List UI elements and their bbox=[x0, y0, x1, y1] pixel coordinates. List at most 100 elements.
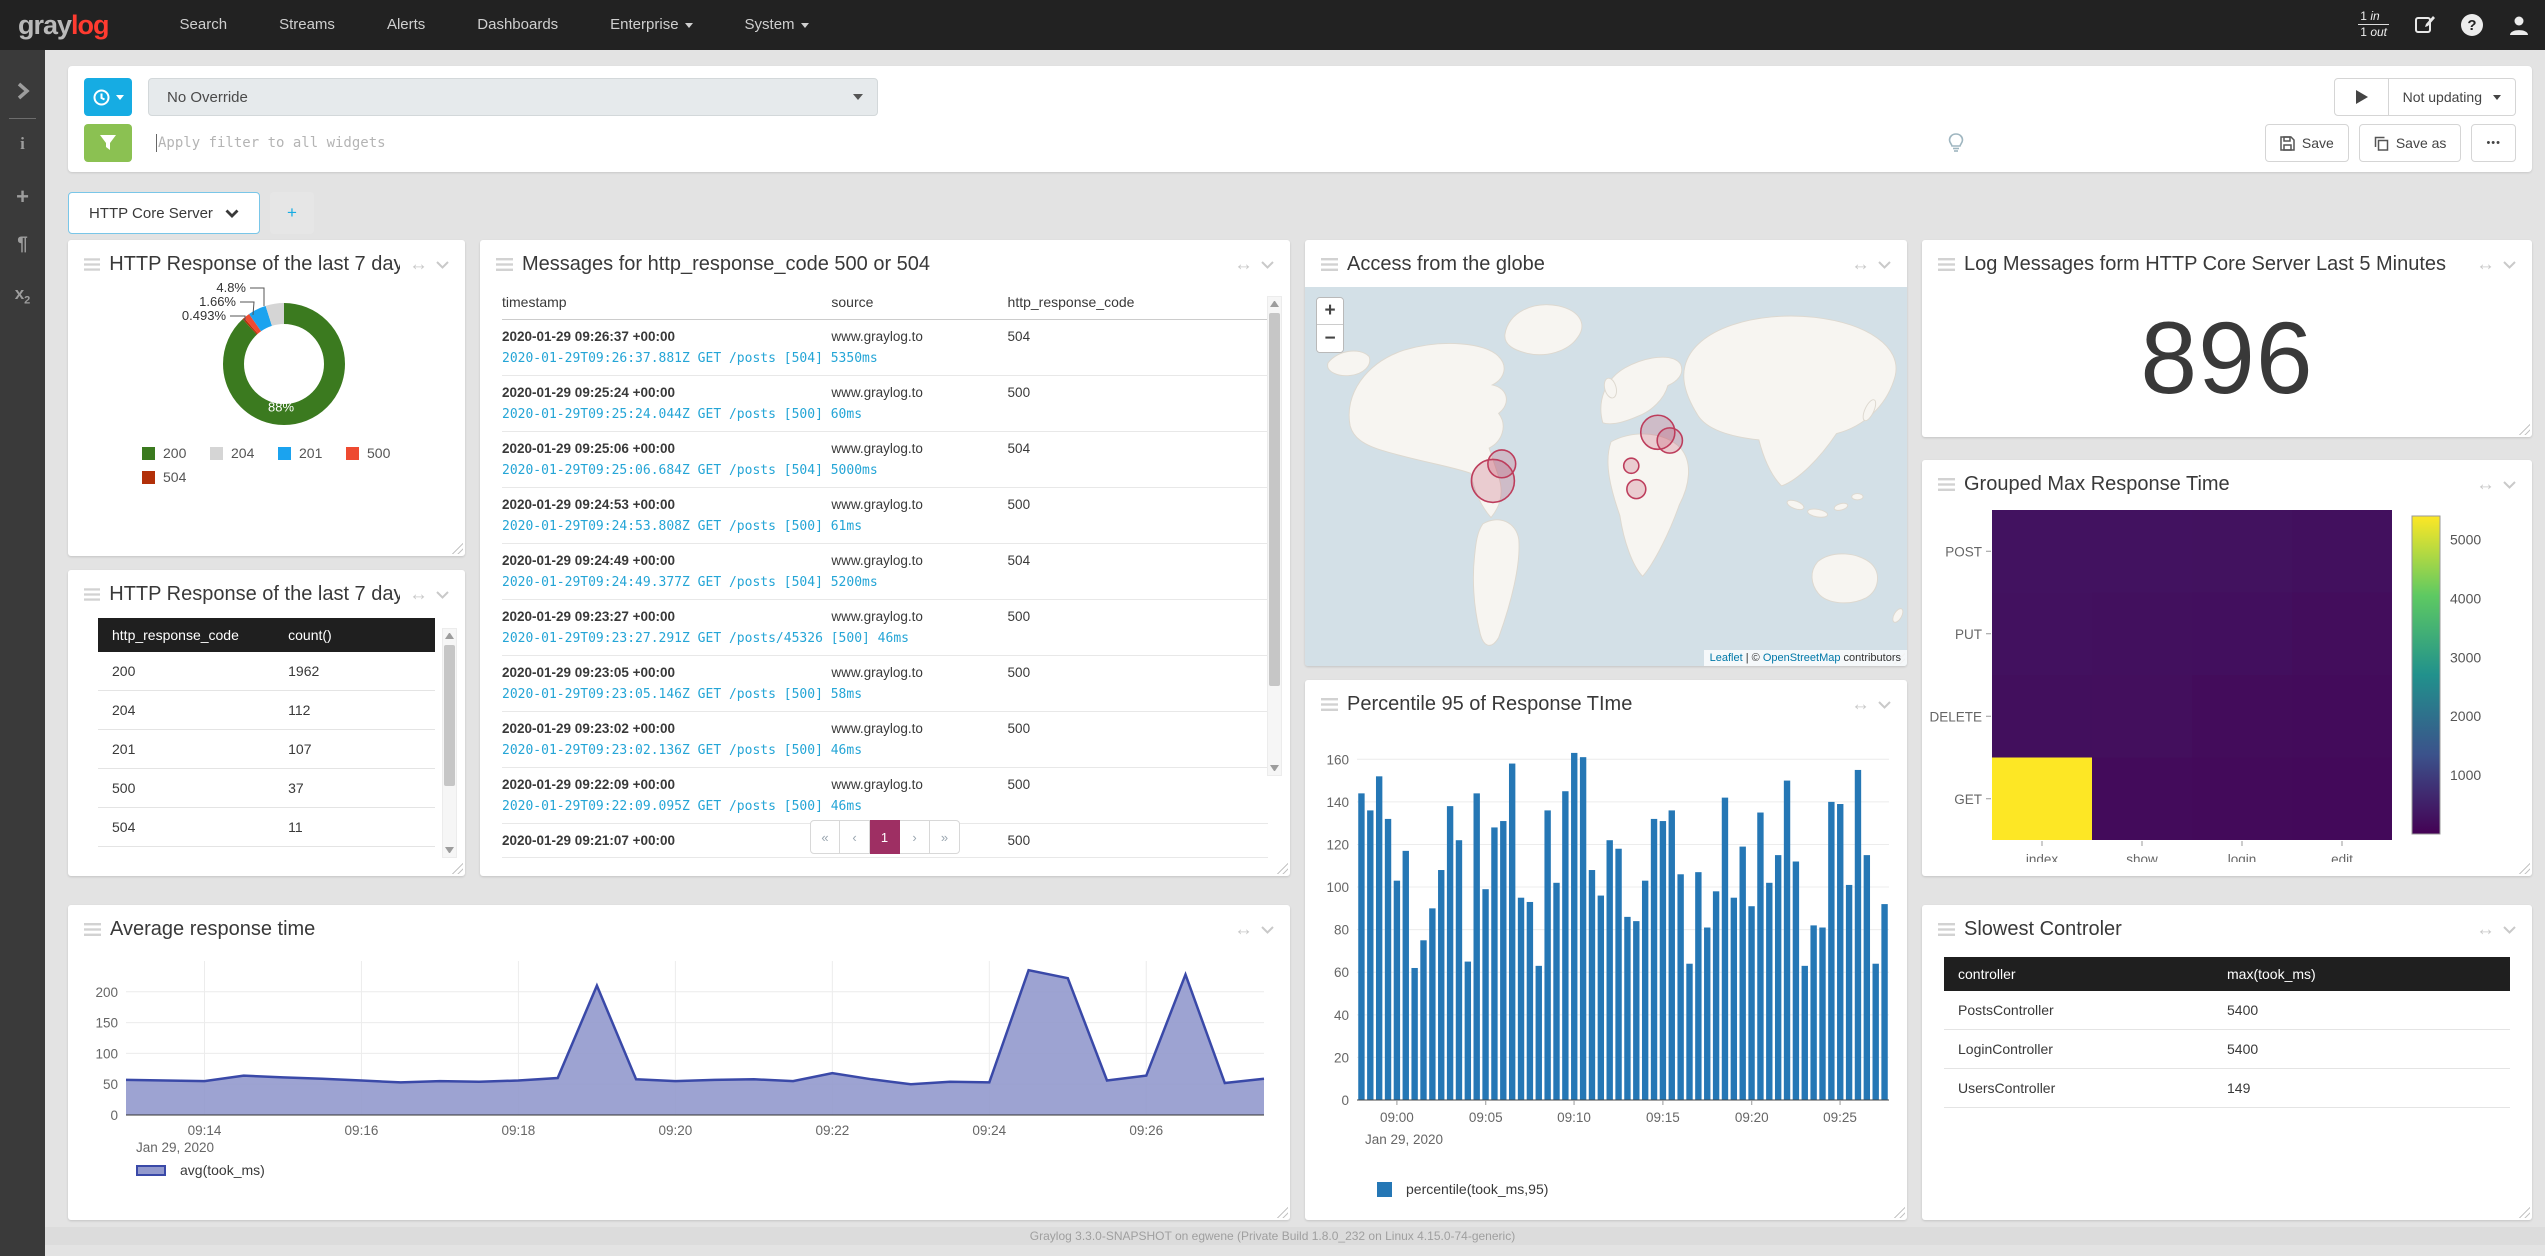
resize-horizontal-icon[interactable]: ↔ bbox=[409, 254, 428, 276]
legend-item[interactable]: 504 bbox=[142, 469, 200, 485]
scrollbar[interactable] bbox=[1267, 296, 1282, 776]
zoom-in-button[interactable]: + bbox=[1317, 298, 1343, 325]
heatmap-cell[interactable] bbox=[2292, 510, 2392, 593]
chevron-down-icon[interactable] bbox=[436, 591, 449, 599]
bar[interactable] bbox=[1615, 849, 1621, 1100]
lightbulb-icon[interactable] bbox=[1948, 133, 1964, 158]
bar[interactable] bbox=[1722, 798, 1728, 1100]
scrollbar[interactable] bbox=[442, 628, 457, 858]
bar[interactable] bbox=[1793, 862, 1799, 1100]
subscript-icon[interactable]: x2 bbox=[0, 284, 45, 306]
message-row[interactable]: 2020-01-29 09:22:09 +00:00www.graylog.to… bbox=[502, 768, 1268, 824]
bar[interactable] bbox=[1553, 883, 1559, 1100]
map-data-circle[interactable] bbox=[1471, 459, 1514, 502]
bar[interactable] bbox=[1624, 917, 1630, 1100]
heatmap-cell[interactable] bbox=[2192, 675, 2292, 758]
bar[interactable] bbox=[1376, 776, 1382, 1100]
heatmap-cell[interactable] bbox=[1992, 675, 2092, 758]
bar[interactable] bbox=[1491, 827, 1497, 1100]
plus-icon[interactable]: + bbox=[0, 184, 45, 210]
zoom-out-button[interactable]: − bbox=[1317, 325, 1343, 352]
heatmap-cell[interactable] bbox=[2292, 593, 2392, 676]
bar[interactable] bbox=[1465, 962, 1471, 1100]
play-button[interactable] bbox=[2334, 78, 2389, 116]
bar[interactable] bbox=[1544, 810, 1550, 1100]
bar[interactable] bbox=[1518, 898, 1524, 1100]
bar[interactable] bbox=[1598, 896, 1604, 1100]
bar[interactable] bbox=[1527, 902, 1533, 1100]
save-as-button[interactable]: Save as bbox=[2359, 124, 2462, 162]
message-row[interactable]: 2020-01-29 09:25:06 +00:00www.graylog.to… bbox=[502, 432, 1268, 488]
tab-http-core-server[interactable]: HTTP Core Server bbox=[68, 192, 260, 234]
drag-handle-icon[interactable] bbox=[1938, 258, 1955, 271]
bar[interactable] bbox=[1562, 791, 1568, 1100]
resize-handle[interactable] bbox=[2517, 422, 2530, 435]
drag-handle-icon[interactable] bbox=[84, 258, 100, 271]
pilcrow-icon[interactable]: ¶ bbox=[0, 234, 45, 256]
bar[interactable] bbox=[1589, 870, 1595, 1100]
heatmap-cell[interactable] bbox=[2092, 675, 2192, 758]
bar[interactable] bbox=[1748, 906, 1754, 1100]
resize-horizontal-icon[interactable]: ↔ bbox=[2476, 474, 2495, 496]
nav-item-enterprise[interactable]: Enterprise bbox=[584, 0, 718, 50]
drag-handle-icon[interactable] bbox=[496, 258, 513, 271]
resize-handle[interactable] bbox=[1275, 1205, 1288, 1218]
heatmap-cell[interactable] bbox=[1992, 510, 2092, 593]
resize-handle[interactable] bbox=[450, 541, 463, 554]
bar[interactable] bbox=[1881, 904, 1887, 1100]
scrollbar-thumb[interactable] bbox=[1269, 313, 1280, 686]
nav-item-alerts[interactable]: Alerts bbox=[361, 0, 451, 50]
bar[interactable] bbox=[1731, 898, 1737, 1100]
bar[interactable] bbox=[1864, 855, 1870, 1100]
message-row[interactable]: 2020-01-29 09:24:49 +00:00www.graylog.to… bbox=[502, 544, 1268, 600]
resize-handle[interactable] bbox=[2517, 1205, 2530, 1218]
filter-button[interactable] bbox=[84, 124, 132, 162]
drag-handle-icon[interactable] bbox=[1938, 923, 1955, 936]
bar[interactable] bbox=[1669, 810, 1675, 1100]
osm-link[interactable]: OpenStreetMap bbox=[1763, 652, 1841, 664]
filter-input[interactable] bbox=[148, 124, 2249, 162]
bar[interactable] bbox=[1802, 966, 1808, 1100]
bar[interactable] bbox=[1438, 870, 1444, 1100]
bar[interactable] bbox=[1580, 757, 1586, 1100]
message-row[interactable]: 2020-01-29 09:23:05 +00:00www.graylog.to… bbox=[502, 656, 1268, 712]
leaflet-link[interactable]: Leaflet bbox=[1710, 652, 1743, 664]
info-icon[interactable]: i bbox=[0, 134, 45, 154]
bar[interactable] bbox=[1420, 940, 1426, 1100]
bar[interactable] bbox=[1740, 847, 1746, 1100]
bar[interactable] bbox=[1686, 964, 1692, 1100]
heatmap-cell[interactable] bbox=[2092, 758, 2192, 841]
drag-handle-icon[interactable] bbox=[1321, 698, 1338, 711]
drag-handle-icon[interactable] bbox=[84, 588, 100, 601]
resize-horizontal-icon[interactable]: ↔ bbox=[2476, 254, 2495, 276]
scrollbar-thumb[interactable] bbox=[444, 645, 455, 786]
map-data-circle[interactable] bbox=[1627, 480, 1646, 499]
page-button[interactable]: › bbox=[900, 820, 930, 854]
nav-item-system[interactable]: System bbox=[719, 0, 835, 50]
drag-handle-icon[interactable] bbox=[1321, 258, 1338, 271]
message-row[interactable]: 2020-01-29 09:26:37 +00:00www.graylog.to… bbox=[502, 320, 1268, 376]
bar[interactable] bbox=[1677, 874, 1683, 1100]
heatmap-cell[interactable] bbox=[1992, 593, 2092, 676]
bar[interactable] bbox=[1819, 928, 1825, 1100]
page-button[interactable]: » bbox=[930, 820, 960, 854]
chevron-down-icon[interactable] bbox=[2503, 261, 2516, 269]
user-menu-icon[interactable] bbox=[2507, 13, 2531, 37]
chevron-down-icon[interactable] bbox=[2503, 481, 2516, 489]
chevron-down-icon[interactable] bbox=[1261, 926, 1274, 934]
timerange-select[interactable]: No Override bbox=[148, 78, 878, 116]
heatmap-cell[interactable] bbox=[2292, 675, 2392, 758]
bar[interactable] bbox=[1571, 753, 1577, 1100]
timerange-type-button[interactable] bbox=[84, 78, 132, 116]
chevron-down-icon[interactable] bbox=[1878, 701, 1891, 709]
heatmap-cell[interactable] bbox=[2192, 510, 2292, 593]
message-row[interactable]: 2020-01-29 09:23:27 +00:00www.graylog.to… bbox=[502, 600, 1268, 656]
heatmap-cell[interactable] bbox=[2192, 758, 2292, 841]
more-actions-button[interactable]: ••• bbox=[2471, 124, 2516, 162]
bar[interactable] bbox=[1837, 804, 1843, 1100]
bar[interactable] bbox=[1411, 968, 1417, 1100]
map-data-circle[interactable] bbox=[1624, 458, 1639, 473]
bar[interactable] bbox=[1784, 781, 1790, 1100]
heatmap-cell[interactable] bbox=[2292, 758, 2392, 841]
map-canvas[interactable]: + − Leaflet | © OpenStreetMap contributo… bbox=[1305, 287, 1907, 666]
